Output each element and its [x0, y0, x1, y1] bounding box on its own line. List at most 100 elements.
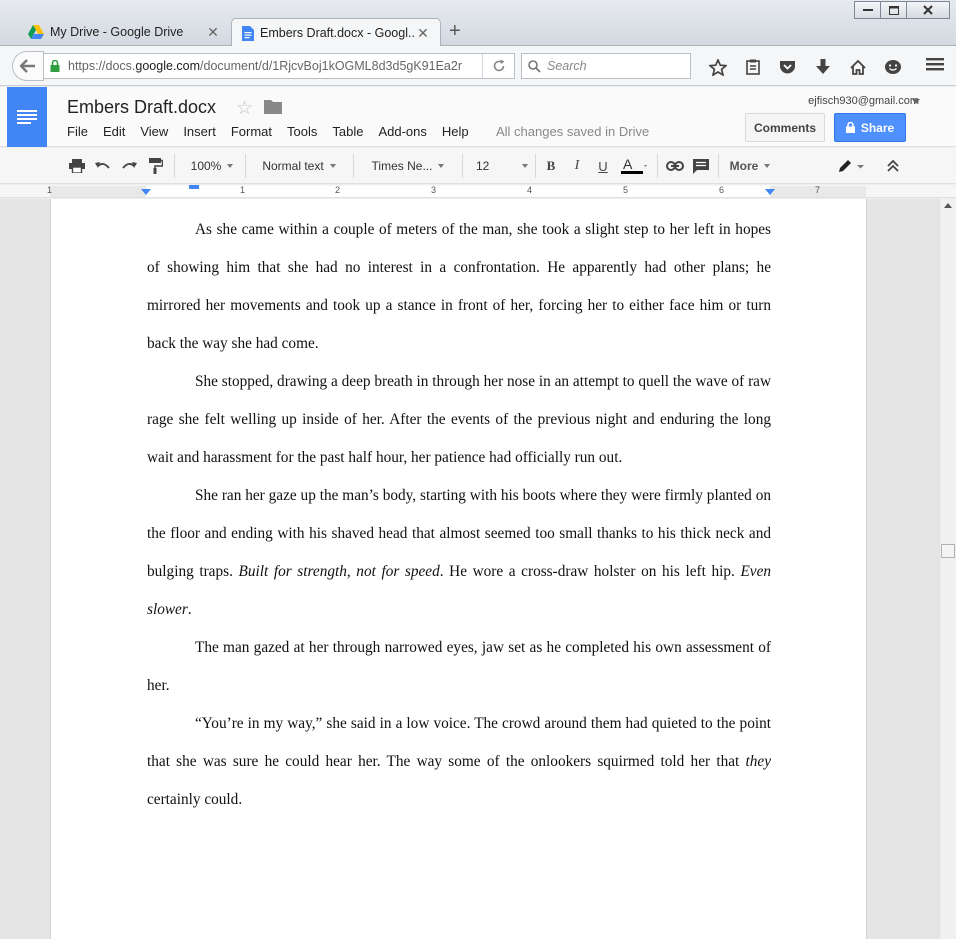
menu-help[interactable]: Help: [442, 124, 469, 139]
ruler-number: 1: [47, 185, 53, 195]
account-email[interactable]: ejfisch930@gmail.com: [808, 95, 919, 107]
move-to-folder-button[interactable]: [264, 99, 282, 117]
bookmark-star-button[interactable]: [700, 56, 735, 78]
comment-icon: [693, 158, 709, 174]
menu-insert[interactable]: Insert: [183, 124, 216, 139]
search-input[interactable]: Search: [521, 53, 691, 79]
close-window-button[interactable]: [906, 1, 950, 19]
style-value: Normal text: [262, 159, 324, 173]
redo-icon: [122, 162, 137, 169]
tab-close-icon[interactable]: ✕: [416, 25, 430, 42]
font-dropdown[interactable]: Times Ne...: [365, 156, 451, 176]
ruler-number: 2: [335, 185, 341, 195]
pencil-icon: [839, 160, 864, 172]
account-dropdown-icon[interactable]: [912, 99, 920, 104]
ruler-number: 3: [431, 185, 437, 195]
paint-format-button[interactable]: [145, 156, 167, 176]
star-document-icon[interactable]: ☆: [236, 97, 253, 120]
collapse-menus-button[interactable]: [882, 156, 904, 176]
text-run: certainly could.: [147, 791, 243, 808]
toolbar-separator: [353, 154, 354, 178]
editing-mode-button[interactable]: [834, 156, 868, 176]
search-placeholder: Search: [547, 59, 587, 73]
lock-icon: [845, 122, 855, 133]
star-outline-icon: [708, 58, 727, 76]
reload-button[interactable]: [482, 54, 514, 78]
document-title[interactable]: Embers Draft.docx: [67, 97, 216, 118]
docs-home-button[interactable]: [7, 87, 47, 147]
zoom-value: 100%: [190, 159, 222, 173]
maximize-icon: [888, 5, 899, 15]
toolbar-separator: [462, 154, 463, 178]
downloads-button[interactable]: [805, 56, 840, 78]
toolbar-separator: [245, 154, 246, 178]
docs-logo-icon: [17, 110, 37, 124]
tab-label: My Drive - Google Drive: [50, 25, 184, 39]
more-dropdown[interactable]: More: [726, 156, 774, 176]
paragraph: As she came within a couple of meters of…: [147, 221, 771, 352]
right-indent-marker[interactable]: [765, 189, 775, 195]
redo-button[interactable]: [118, 156, 140, 176]
print-button[interactable]: [66, 156, 88, 176]
more-label: More: [729, 159, 759, 173]
document-body[interactable]: As she came within a couple of meters of…: [147, 211, 771, 819]
browser-menu-button[interactable]: [926, 56, 948, 76]
back-button[interactable]: [12, 51, 44, 81]
text-run: “You’re in my way,” she said in a low vo…: [147, 715, 771, 770]
hamburger-menu-icon: [926, 58, 944, 71]
menu-edit[interactable]: Edit: [103, 124, 125, 139]
insert-comment-button[interactable]: [690, 156, 712, 176]
document-canvas: As she came within a couple of meters of…: [0, 199, 956, 939]
search-icon: [528, 59, 541, 73]
menu-add-ons[interactable]: Add-ons: [378, 124, 426, 139]
left-indent-marker[interactable]: [141, 189, 151, 195]
tab-my-drive[interactable]: My Drive - Google Drive ✕: [18, 18, 230, 46]
paragraph: She ran her gaze up the man’s body, star…: [147, 477, 771, 629]
paragraph: “You’re in my way,” she said in a low vo…: [147, 705, 771, 819]
save-status[interactable]: All changes saved in Drive: [496, 124, 649, 139]
italic-text-run: they: [745, 753, 771, 770]
share-button[interactable]: Share: [834, 113, 906, 142]
vertical-scrollbar[interactable]: [939, 199, 956, 939]
menu-format[interactable]: Format: [231, 124, 272, 139]
url-prefix: https://docs.: [68, 59, 136, 73]
underline-button[interactable]: U: [593, 156, 613, 176]
hello-button[interactable]: [875, 56, 910, 78]
insert-link-button[interactable]: [664, 156, 686, 176]
svg-text:A: A: [623, 157, 633, 172]
menu-view[interactable]: View: [140, 124, 168, 139]
text-color-button[interactable]: A: [617, 156, 651, 176]
scroll-up-icon[interactable]: [944, 203, 952, 208]
zoom-dropdown[interactable]: 100%: [186, 156, 238, 176]
bold-button[interactable]: B: [541, 156, 561, 176]
menu-table[interactable]: Table: [332, 124, 363, 139]
toolbar-separator: [718, 154, 719, 178]
undo-button[interactable]: [92, 156, 114, 176]
font-size-value: 12: [476, 159, 490, 173]
pocket-button[interactable]: [770, 56, 805, 78]
italic-button[interactable]: I: [567, 156, 587, 176]
new-tab-button[interactable]: +: [449, 20, 461, 43]
menu-file[interactable]: File: [67, 124, 88, 139]
tab-close-icon[interactable]: ✕: [206, 24, 220, 41]
reading-list-button[interactable]: [735, 56, 770, 78]
document-page[interactable]: As she came within a couple of meters of…: [50, 199, 867, 939]
font-size-dropdown[interactable]: 12: [476, 156, 528, 176]
ruler[interactable]: 1 1 2 3 4 5 6 7: [0, 185, 956, 198]
menu-tools[interactable]: Tools: [287, 124, 317, 139]
minimize-button[interactable]: [854, 1, 881, 19]
first-line-indent-marker[interactable]: [189, 185, 199, 190]
scrollbar-thumb[interactable]: [941, 544, 955, 558]
tab-embers-draft[interactable]: Embers Draft.docx - Googl... ✕: [231, 18, 441, 47]
reload-icon: [493, 59, 504, 72]
minimize-icon: [862, 9, 873, 11]
pocket-icon: [780, 60, 795, 73]
smiley-chat-icon: [884, 59, 901, 74]
paragraph-style-dropdown[interactable]: Normal text: [256, 156, 342, 176]
address-bar[interactable]: https://docs. google.com/document/d/1Rjcv…: [43, 53, 515, 79]
comments-button[interactable]: Comments: [745, 113, 825, 142]
maximize-button[interactable]: [880, 1, 907, 19]
browser-titlebar: My Drive - Google Drive ✕ Embers Draft.d…: [0, 0, 956, 47]
home-button[interactable]: [840, 56, 875, 78]
undo-icon: [95, 162, 110, 169]
